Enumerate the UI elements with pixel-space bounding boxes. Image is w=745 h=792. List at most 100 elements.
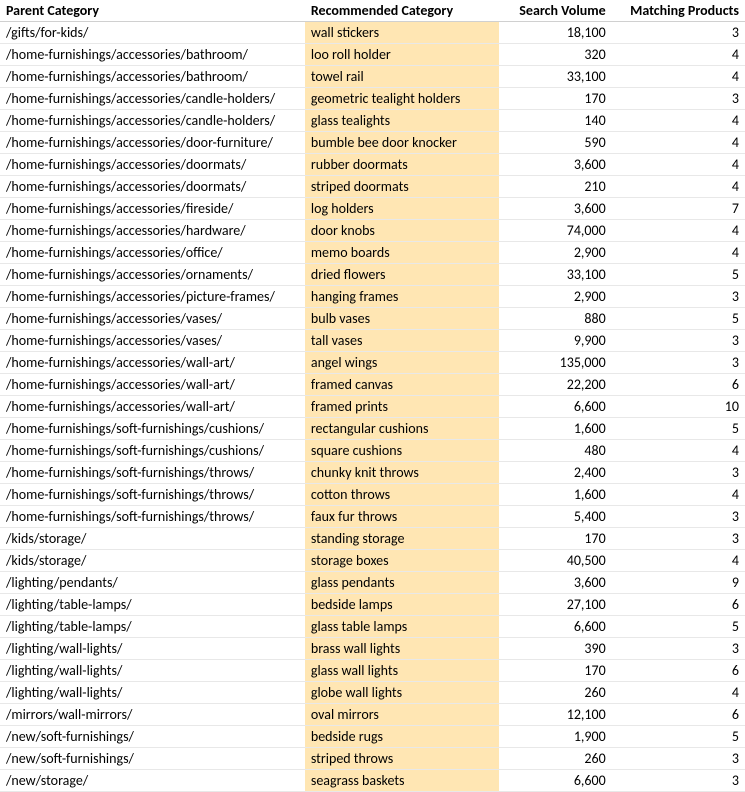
table-row: /new/soft-furnishings/striped throws2603 [0,748,745,770]
cell-volume: 210 [499,176,612,198]
table-row: /home-furnishings/accessories/ornaments/… [0,264,745,286]
cell-volume: 2,400 [499,462,612,484]
cell-recommended: cotton throws [305,484,499,506]
cell-recommended: towel rail [305,66,499,88]
cell-volume: 74,000 [499,220,612,242]
cell-recommended: wall stickers [305,22,499,44]
cell-recommended: oval mirrors [305,704,499,726]
cell-matching: 5 [612,726,745,748]
cell-parent: /mirrors/wall-mirrors/ [0,704,305,726]
cell-matching: 4 [612,44,745,66]
cell-volume: 22,200 [499,374,612,396]
cell-parent: /home-furnishings/soft-furnishings/throw… [0,506,305,528]
cell-parent: /new/soft-furnishings/ [0,748,305,770]
header-row: Parent Category Recommended Category Sea… [0,0,745,22]
table-row: /lighting/wall-lights/brass wall lights3… [0,638,745,660]
cell-parent: /lighting/table-lamps/ [0,616,305,638]
table-row: /home-furnishings/accessories/candle-hol… [0,88,745,110]
cell-volume: 5,400 [499,506,612,528]
cell-parent: /new/storage/ [0,770,305,792]
cell-matching: 3 [612,638,745,660]
table-row: /lighting/wall-lights/globe wall lights2… [0,682,745,704]
cell-recommended: framed canvas [305,374,499,396]
cell-matching: 6 [612,704,745,726]
cell-recommended: faux fur throws [305,506,499,528]
cell-matching: 4 [612,220,745,242]
cell-matching: 5 [612,616,745,638]
cell-matching: 6 [612,660,745,682]
table-row: /home-furnishings/accessories/door-furni… [0,132,745,154]
cell-recommended: striped doormats [305,176,499,198]
cell-parent: /home-furnishings/soft-furnishings/throw… [0,484,305,506]
cell-recommended: glass wall lights [305,660,499,682]
table-row: /home-furnishings/accessories/bathroom/t… [0,66,745,88]
cell-parent: /lighting/wall-lights/ [0,638,305,660]
cell-parent: /home-furnishings/accessories/wall-art/ [0,352,305,374]
table-row: /home-furnishings/accessories/wall-art/f… [0,396,745,418]
cell-matching: 6 [612,374,745,396]
table-row: /home-furnishings/accessories/bathroom/l… [0,44,745,66]
cell-recommended: bumble bee door knocker [305,132,499,154]
table-row: /lighting/table-lamps/bedside lamps27,10… [0,594,745,616]
table-row: /home-furnishings/accessories/doormats/r… [0,154,745,176]
cell-recommended: chunky knit throws [305,462,499,484]
cell-volume: 1,900 [499,726,612,748]
header-matching: Matching Products [612,0,745,22]
cell-volume: 135,000 [499,352,612,374]
table-row: /home-furnishings/accessories/doormats/s… [0,176,745,198]
cell-volume: 140 [499,110,612,132]
cell-recommended: framed prints [305,396,499,418]
table-row: /new/storage/seagrass baskets6,6003 [0,770,745,792]
table-row: /home-furnishings/soft-furnishings/throw… [0,484,745,506]
cell-matching: 3 [612,286,745,308]
cell-volume: 6,600 [499,770,612,792]
cell-volume: 170 [499,88,612,110]
cell-recommended: angel wings [305,352,499,374]
cell-volume: 480 [499,440,612,462]
cell-recommended: globe wall lights [305,682,499,704]
cell-matching: 5 [612,418,745,440]
cell-matching: 5 [612,308,745,330]
cell-matching: 3 [612,330,745,352]
cell-volume: 3,600 [499,154,612,176]
cell-parent: /home-furnishings/accessories/picture-fr… [0,286,305,308]
cell-recommended: glass pendants [305,572,499,594]
cell-volume: 12,100 [499,704,612,726]
cell-recommended: seagrass baskets [305,770,499,792]
table-row: /kids/storage/standing storage1703 [0,528,745,550]
cell-matching: 4 [612,66,745,88]
cell-matching: 3 [612,748,745,770]
cell-parent: /lighting/wall-lights/ [0,682,305,704]
cell-parent: /home-furnishings/accessories/fireside/ [0,198,305,220]
cell-parent: /home-furnishings/accessories/doormats/ [0,176,305,198]
cell-volume: 3,600 [499,198,612,220]
cell-parent: /home-furnishings/accessories/doormats/ [0,154,305,176]
cell-parent: /lighting/wall-lights/ [0,660,305,682]
table-row: /home-furnishings/accessories/office/mem… [0,242,745,264]
cell-recommended: loo roll holder [305,44,499,66]
cell-matching: 10 [612,396,745,418]
cell-recommended: standing storage [305,528,499,550]
cell-matching: 3 [612,22,745,44]
cell-parent: /home-furnishings/accessories/hardware/ [0,220,305,242]
cell-matching: 4 [612,110,745,132]
cell-parent: /home-furnishings/accessories/door-furni… [0,132,305,154]
category-table: Parent Category Recommended Category Sea… [0,0,745,792]
table-row: /mirrors/wall-mirrors/oval mirrors12,100… [0,704,745,726]
cell-recommended: bedside lamps [305,594,499,616]
cell-recommended: square cushions [305,440,499,462]
cell-volume: 2,900 [499,286,612,308]
table-row: /home-furnishings/accessories/fireside/l… [0,198,745,220]
cell-volume: 1,600 [499,484,612,506]
cell-parent: /home-furnishings/accessories/bathroom/ [0,66,305,88]
cell-parent: /home-furnishings/soft-furnishings/throw… [0,462,305,484]
cell-recommended: glass table lamps [305,616,499,638]
cell-recommended: tall vases [305,330,499,352]
cell-parent: /new/soft-furnishings/ [0,726,305,748]
cell-parent: /kids/storage/ [0,550,305,572]
cell-parent: /home-furnishings/accessories/office/ [0,242,305,264]
table-row: /home-furnishings/accessories/candle-hol… [0,110,745,132]
cell-matching: 3 [612,506,745,528]
cell-parent: /lighting/pendants/ [0,572,305,594]
cell-volume: 33,100 [499,66,612,88]
